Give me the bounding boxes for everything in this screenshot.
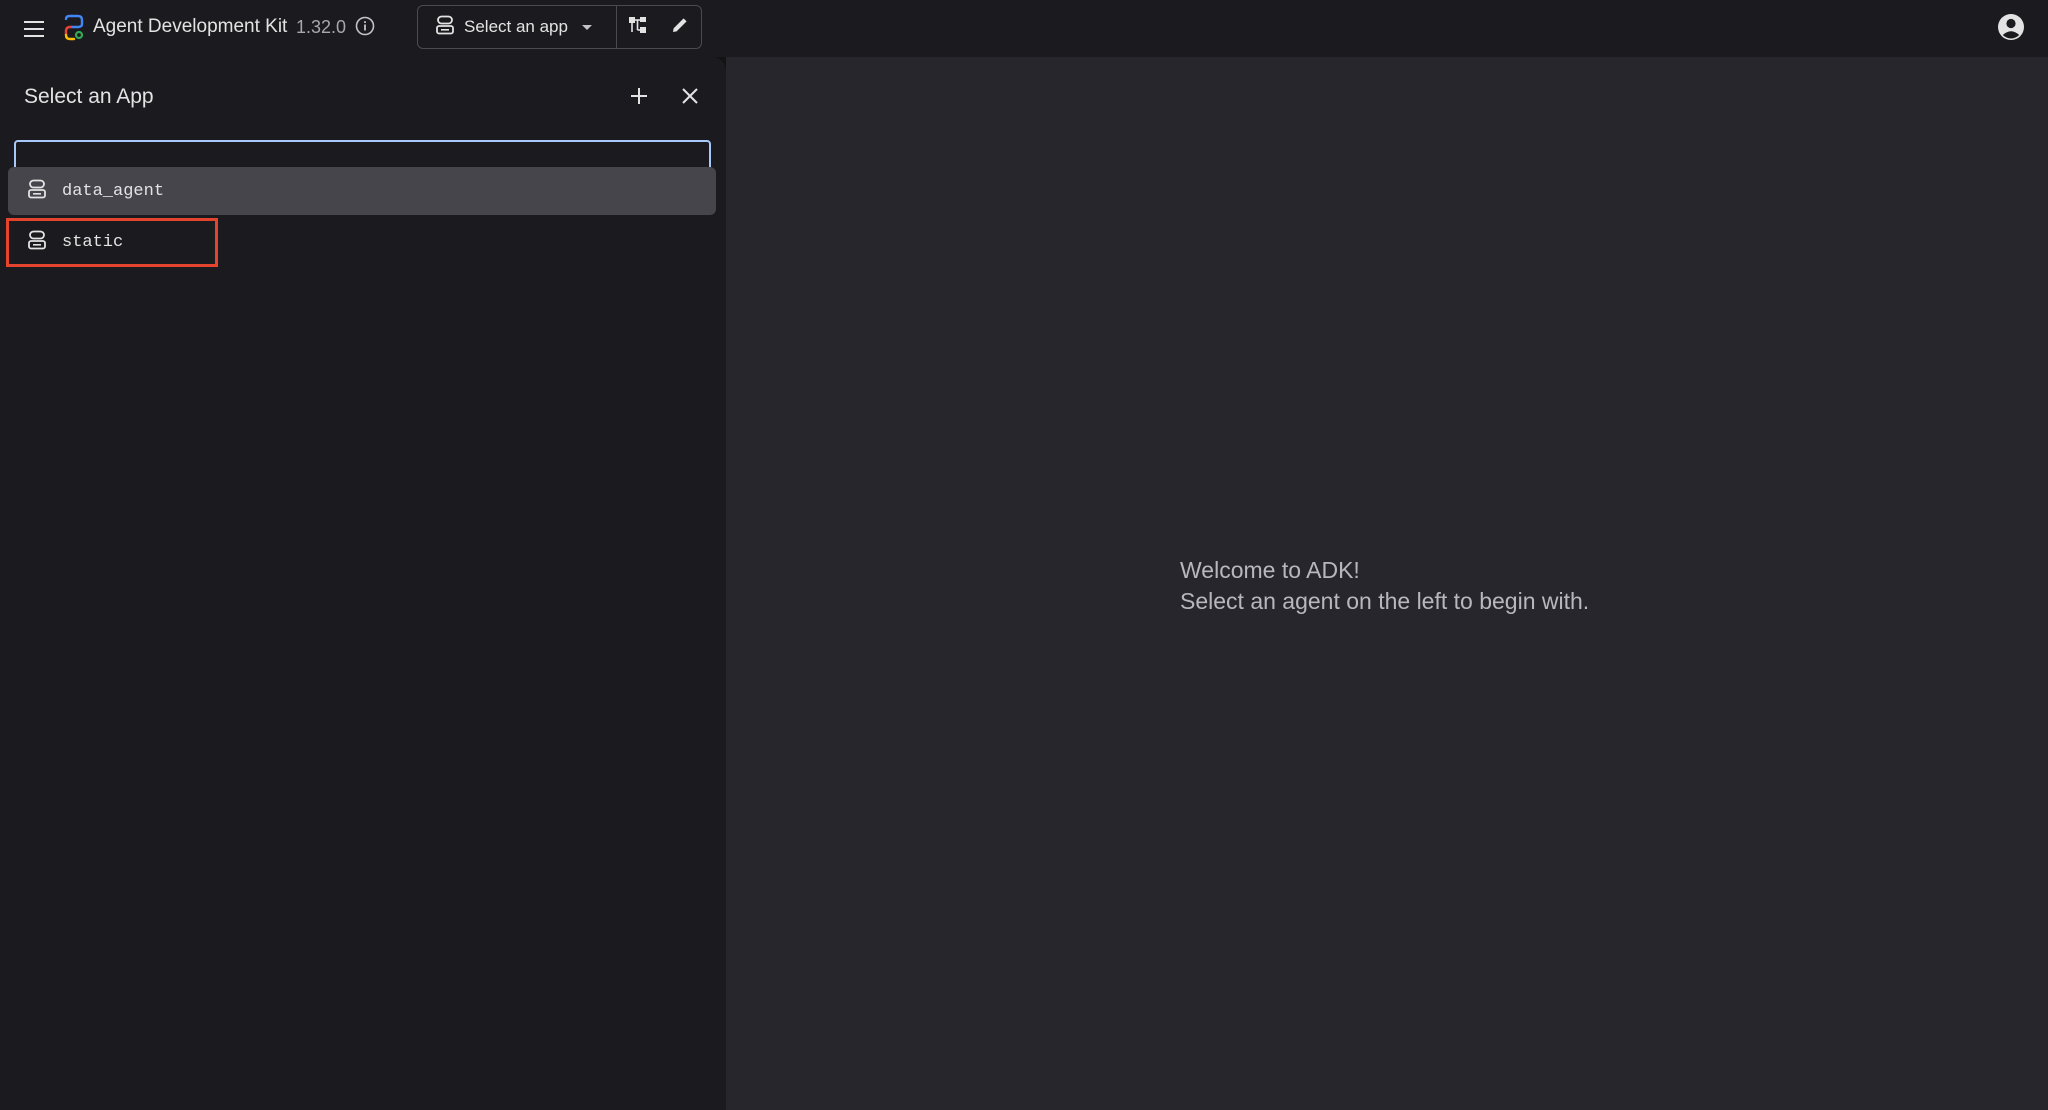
add-app-button[interactable] <box>624 83 654 113</box>
welcome-title: Welcome to ADK! <box>1180 557 1360 583</box>
app-selector-group: Select an app <box>417 5 702 49</box>
menu-icon[interactable] <box>20 14 50 44</box>
robot-icon <box>436 15 454 40</box>
plus-icon <box>630 87 648 110</box>
info-icon[interactable] <box>353 14 377 38</box>
app-list-item-label: data_agent <box>62 181 165 201</box>
top-bar: Agent Development Kit 1.32.0 Select an a… <box>0 0 2048 57</box>
close-panel-button[interactable] <box>675 83 705 113</box>
agent-graph-button[interactable] <box>617 6 659 48</box>
app-list-item-label: static <box>62 232 124 252</box>
welcome-subtitle: Select an agent on the left to begin wit… <box>1180 588 1590 614</box>
robot-icon <box>28 230 46 255</box>
app-select-label: Select an app <box>464 17 568 36</box>
robot-icon <box>28 179 46 204</box>
welcome-message: Welcome to ADK! Select an agent on the l… <box>1180 555 1589 617</box>
app-selection-panel: Select an App data_agent <box>0 57 726 1110</box>
edit-button[interactable] <box>659 6 701 48</box>
app-title: Agent Development Kit <box>93 16 288 37</box>
tree-structure-icon <box>628 16 648 39</box>
adk-logo-icon <box>60 14 88 42</box>
panel-title: Select an App <box>24 85 154 108</box>
chevron-down-icon <box>581 24 592 30</box>
pencil-icon <box>671 16 689 39</box>
close-icon <box>681 87 699 110</box>
account-circle-icon[interactable] <box>1996 12 2028 44</box>
app-list-item-static[interactable]: static <box>8 218 716 266</box>
app-list-item-data-agent[interactable]: data_agent <box>8 167 716 215</box>
main-content-area: Welcome to ADK! Select an agent on the l… <box>726 57 2048 1110</box>
app-version: 1.32.0 <box>296 17 347 37</box>
app-select-dropdown[interactable]: Select an app <box>418 6 618 48</box>
